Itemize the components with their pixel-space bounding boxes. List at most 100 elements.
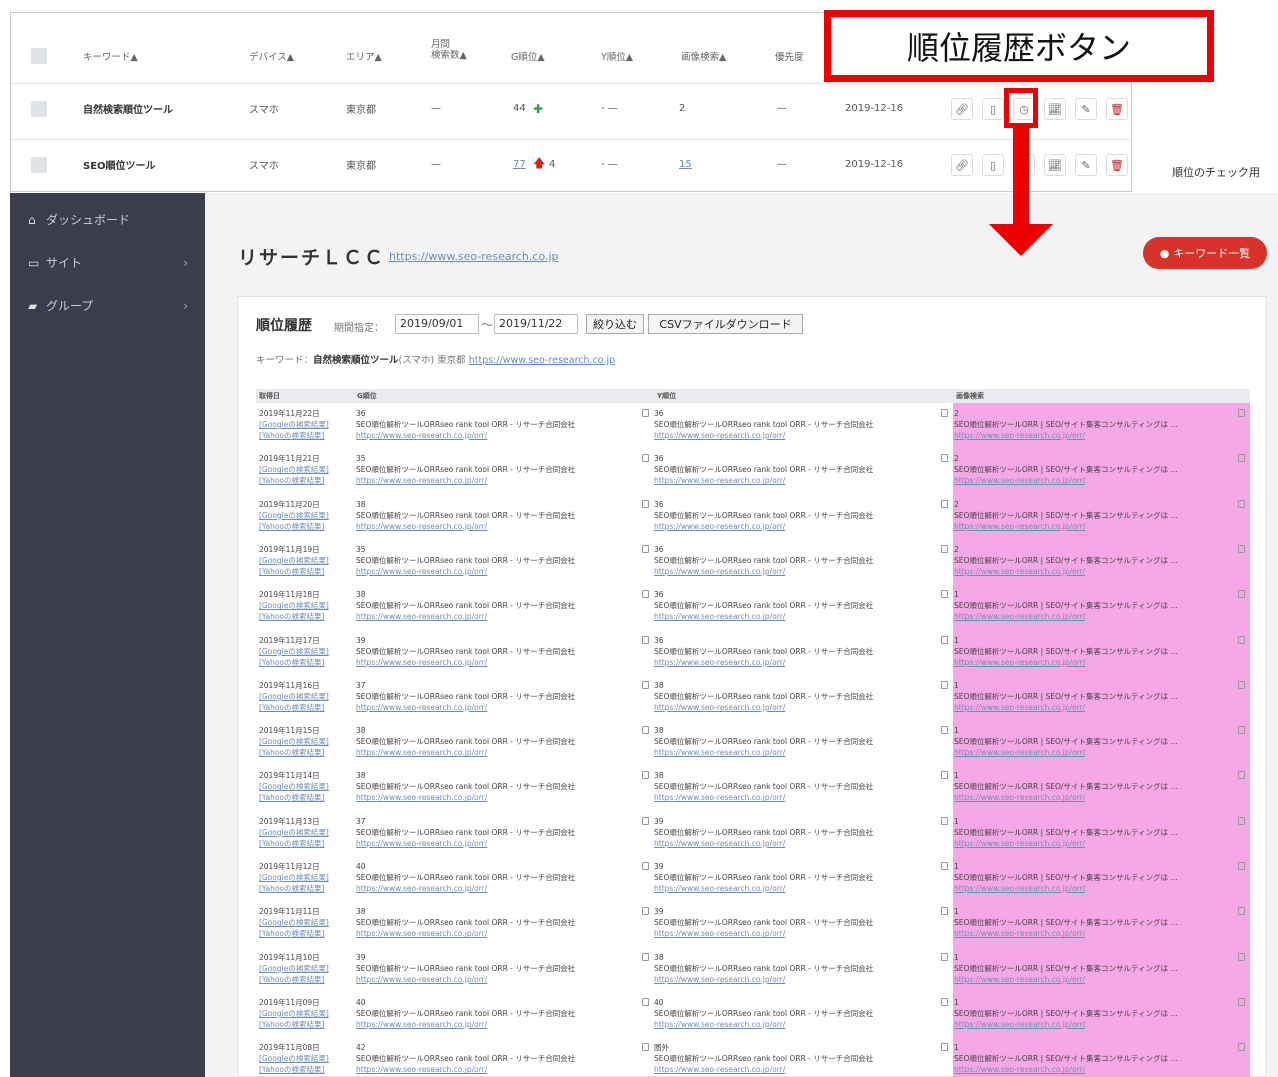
snapshot-icon[interactable] — [642, 544, 649, 553]
image-result-url[interactable]: https://www.seo-research.co.jp/orr/ — [954, 748, 1085, 757]
snapshot-icon[interactable] — [642, 590, 649, 599]
snapshot-icon[interactable] — [941, 680, 948, 689]
csv-download-button[interactable]: CSVファイルダウンロード — [648, 314, 803, 334]
g-result-url[interactable]: https://www.seo-research.co.jp/orr/ — [356, 703, 487, 712]
yahoo-results-link[interactable]: [Yahooの検索結果] — [259, 612, 324, 621]
header-g-rank[interactable]: G順位▲ — [511, 49, 545, 63]
delete-trash-icon[interactable]: 🗑︎ — [1106, 154, 1128, 176]
g-result-url[interactable]: https://www.seo-research.co.jp/orr/ — [356, 793, 487, 802]
snapshot-icon[interactable] — [941, 499, 948, 508]
snapshot-icon[interactable] — [642, 816, 649, 825]
image-result-url[interactable]: https://www.seo-research.co.jp/orr/ — [954, 929, 1085, 938]
document-icon[interactable]: ▯ — [982, 154, 1004, 176]
date-from-input[interactable]: 2019/09/01 — [395, 314, 479, 334]
yahoo-results-link[interactable]: [Yahooの検索結果] — [259, 884, 324, 893]
y-result-url[interactable]: https://www.seo-research.co.jp/orr/ — [654, 839, 785, 848]
snapshot-icon[interactable] — [1238, 771, 1245, 780]
header-monthly[interactable]: 月間 検索数▲ — [431, 39, 467, 61]
y-result-url[interactable]: https://www.seo-research.co.jp/orr/ — [654, 793, 785, 802]
date-to-input[interactable]: 2019/11/22 — [494, 314, 578, 334]
google-results-link[interactable]: [Googleの検索結果] — [259, 465, 329, 474]
snapshot-icon[interactable] — [941, 907, 948, 916]
keyword-list-button[interactable]: ● キーワード一覧 — [1143, 237, 1267, 269]
google-results-link[interactable]: [Googleの検索結果] — [259, 873, 329, 882]
g-result-url[interactable]: https://www.seo-research.co.jp/orr/ — [356, 476, 487, 485]
snapshot-icon[interactable] — [1238, 726, 1245, 735]
yahoo-results-link[interactable]: [Yahooの検索結果] — [259, 476, 324, 485]
delete-trash-icon[interactable]: 🗑︎ — [1106, 98, 1128, 120]
snapshot-icon[interactable] — [1238, 680, 1245, 689]
select-all-checkbox[interactable] — [31, 48, 47, 64]
g-result-url[interactable]: https://www.seo-research.co.jp/orr/ — [356, 658, 487, 667]
image-result-url[interactable]: https://www.seo-research.co.jp/orr/ — [954, 839, 1085, 848]
kw-site-link[interactable]: https://www.seo-research.co.jp — [469, 355, 615, 366]
snapshot-icon[interactable] — [642, 499, 649, 508]
snapshot-icon[interactable] — [1238, 862, 1245, 870]
snapshot-icon[interactable] — [1238, 1043, 1245, 1052]
snapshot-icon[interactable] — [642, 907, 649, 916]
row-checkbox[interactable] — [31, 157, 47, 173]
google-results-link[interactable]: [Googleの検索結果] — [259, 828, 329, 837]
snapshot-icon[interactable] — [642, 862, 649, 870]
g-result-url[interactable]: https://www.seo-research.co.jp/orr/ — [356, 929, 487, 938]
snapshot-icon[interactable] — [941, 997, 948, 1006]
snapshot-icon[interactable] — [1238, 544, 1245, 553]
image-result-url[interactable]: https://www.seo-research.co.jp/orr/ — [954, 975, 1085, 984]
row-checkbox[interactable] — [31, 101, 47, 117]
snapshot-icon[interactable] — [1238, 454, 1245, 463]
snapshot-icon[interactable] — [642, 409, 649, 417]
google-results-link[interactable]: [Googleの検索結果] — [259, 737, 329, 746]
sidebar-item-site[interactable]: ▭ サイト › — [28, 254, 188, 271]
image-result-url[interactable]: https://www.seo-research.co.jp/orr/ — [954, 703, 1085, 712]
link-icon[interactable]: 🔗︎ — [951, 98, 973, 120]
snapshot-icon[interactable] — [941, 726, 948, 735]
google-results-link[interactable]: [Googleの検索結果] — [259, 782, 329, 791]
y-result-url[interactable]: https://www.seo-research.co.jp/orr/ — [654, 567, 785, 576]
edit-icon[interactable]: ✎ — [1075, 98, 1097, 120]
snapshot-icon[interactable] — [941, 454, 948, 463]
snapshot-icon[interactable] — [1238, 590, 1245, 599]
header-keyword[interactable]: キーワード▲ — [83, 49, 138, 63]
document-icon[interactable]: ▯ — [982, 98, 1004, 120]
g-result-url[interactable]: https://www.seo-research.co.jp/orr/ — [356, 839, 487, 848]
yahoo-results-link[interactable]: [Yahooの検索結果] — [259, 839, 324, 848]
g-result-url[interactable]: https://www.seo-research.co.jp/orr/ — [356, 522, 487, 531]
image-result-url[interactable]: https://www.seo-research.co.jp/orr/ — [954, 431, 1085, 440]
g-result-url[interactable]: https://www.seo-research.co.jp/orr/ — [356, 1065, 487, 1074]
y-result-url[interactable]: https://www.seo-research.co.jp/orr/ — [654, 929, 785, 938]
yahoo-results-link[interactable]: [Yahooの検索結果] — [259, 522, 324, 531]
snapshot-icon[interactable] — [1238, 409, 1245, 417]
g-result-url[interactable]: https://www.seo-research.co.jp/orr/ — [356, 975, 487, 984]
snapshot-icon[interactable] — [941, 409, 948, 417]
g-result-url[interactable]: https://www.seo-research.co.jp/orr/ — [356, 1020, 487, 1029]
yahoo-results-link[interactable]: [Yahooの検索結果] — [259, 1020, 324, 1029]
snapshot-icon[interactable] — [941, 544, 948, 553]
image-rank-link[interactable]: 15 — [679, 159, 692, 170]
snapshot-icon[interactable] — [1238, 499, 1245, 508]
g-result-url[interactable]: https://www.seo-research.co.jp/orr/ — [356, 431, 487, 440]
image-result-url[interactable]: https://www.seo-research.co.jp/orr/ — [954, 612, 1085, 621]
g-result-url[interactable]: https://www.seo-research.co.jp/orr/ — [356, 612, 487, 621]
google-results-link[interactable]: [Googleの検索結果] — [259, 964, 329, 973]
yahoo-results-link[interactable]: [Yahooの検索結果] — [259, 793, 324, 802]
g-rank-link[interactable]: 77 — [513, 159, 526, 170]
header-y-rank[interactable]: Y順位▲ — [601, 49, 633, 63]
image-result-url[interactable]: https://www.seo-research.co.jp/orr/ — [954, 1065, 1085, 1074]
google-results-link[interactable]: [Googleの検索結果] — [259, 1009, 329, 1018]
google-results-link[interactable]: [Googleの検索結果] — [259, 1054, 329, 1063]
snapshot-icon[interactable] — [1238, 635, 1245, 644]
google-results-link[interactable]: [Googleの検索結果] — [259, 692, 329, 701]
sidebar-item-group[interactable]: ▰ グループ › — [28, 297, 188, 314]
google-results-link[interactable]: [Googleの検索結果] — [259, 556, 329, 565]
yahoo-results-link[interactable]: [Yahooの検索結果] — [259, 567, 324, 576]
y-result-url[interactable]: https://www.seo-research.co.jp/orr/ — [654, 748, 785, 757]
yahoo-results-link[interactable]: [Yahooの検索結果] — [259, 658, 324, 667]
link-icon[interactable]: 🔗︎ — [951, 154, 973, 176]
image-result-url[interactable]: https://www.seo-research.co.jp/orr/ — [954, 567, 1085, 576]
snapshot-icon[interactable] — [642, 1043, 649, 1052]
header-area[interactable]: エリア▲ — [346, 49, 382, 63]
snapshot-icon[interactable] — [642, 952, 649, 961]
snapshot-icon[interactable] — [941, 635, 948, 644]
y-result-url[interactable]: https://www.seo-research.co.jp/orr/ — [654, 1065, 785, 1074]
snapshot-icon[interactable] — [642, 680, 649, 689]
